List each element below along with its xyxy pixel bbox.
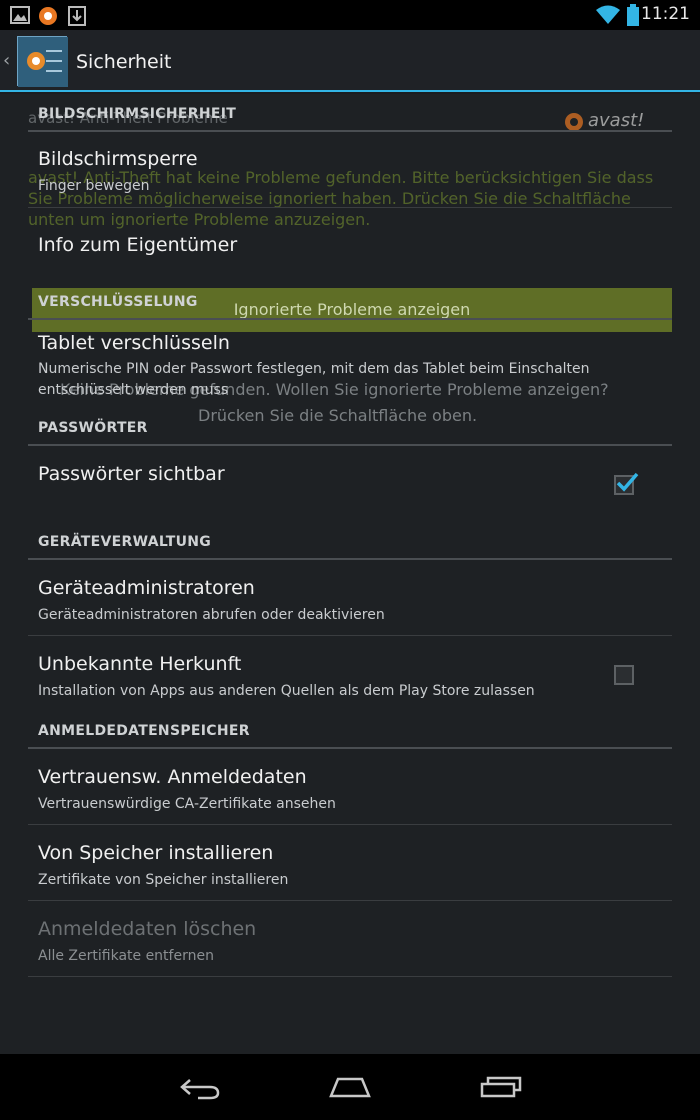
battery-icon — [627, 4, 639, 26]
pref-summary: Geräteadministratoren abrufen oder deakt… — [38, 607, 385, 623]
pref-trusted-credentials[interactable]: Vertrauensw. Anmeldedaten Vertrauenswürd… — [28, 749, 672, 825]
status-bar: 11:21 — [0, 0, 700, 30]
pref-title: Unbekannte Herkunft — [38, 653, 242, 675]
unknown-sources-checkbox[interactable] — [614, 665, 634, 685]
pref-title: Bildschirmsperre — [38, 148, 198, 170]
download-icon — [68, 6, 86, 26]
up-navigation-icon[interactable]: ‹ — [3, 50, 10, 71]
pref-title: Passwörter sichtbar — [38, 463, 225, 485]
show-passwords-checkbox[interactable] — [614, 472, 639, 495]
section-encryption: VERSCHLÜSSELUNG — [28, 294, 672, 320]
pref-owner-info[interactable]: Info zum Eigentümer — [28, 208, 672, 284]
gallery-icon — [10, 6, 30, 24]
pref-install-from-storage[interactable]: Von Speicher installieren Zertifikate vo… — [28, 825, 672, 901]
recent-apps-icon[interactable] — [480, 1076, 522, 1098]
avast-app-glyph — [18, 37, 68, 87]
status-time: 11:21 — [641, 4, 690, 24]
wifi-icon — [596, 5, 620, 24]
action-bar: ‹ Sicherheit — [0, 30, 700, 92]
settings-list[interactable]: avast! avast! Anti-Theft Probleme avast!… — [0, 94, 700, 1054]
pref-unknown-sources[interactable]: Unbekannte Herkunft Installation von App… — [28, 636, 672, 718]
pref-summary: Zertifikate von Speicher installieren — [38, 872, 289, 888]
pref-title: Vertrauensw. Anmeldedaten — [38, 766, 307, 788]
pref-summary: Numerische PIN oder Passwort festlegen, … — [38, 361, 590, 398]
avast-notification-icon — [39, 7, 57, 25]
pref-encrypt-tablet[interactable]: Tablet verschlüsseln Numerische PIN oder… — [28, 320, 672, 414]
pref-title: Info zum Eigentümer — [38, 234, 238, 256]
pref-title: Anmeldedaten löschen — [38, 918, 257, 940]
section-passwords: PASSWÖRTER — [28, 420, 672, 446]
back-icon[interactable] — [180, 1076, 222, 1100]
pref-title: Tablet verschlüsseln — [38, 332, 230, 354]
pref-clear-credentials: Anmeldedaten löschen Alle Zertifikate en… — [28, 901, 672, 977]
section-device-admin: GERÄTEVERWALTUNG — [28, 534, 672, 560]
checkmark-icon — [616, 472, 639, 492]
section-credential-storage: ANMELDEDATENSPEICHER — [28, 723, 672, 749]
pref-show-passwords[interactable]: Passwörter sichtbar — [28, 446, 672, 536]
page-title: Sicherheit — [76, 51, 172, 73]
pref-title: Geräteadministratoren — [38, 577, 255, 599]
pref-device-admins[interactable]: Geräteadministratoren Geräteadministrato… — [28, 560, 672, 636]
pref-screen-lock[interactable]: Bildschirmsperre Finger bewegen — [28, 132, 672, 208]
section-screen-security: BILDSCHIRMSICHERHEIT — [28, 106, 672, 132]
pref-summary: Installation von Apps aus anderen Quelle… — [38, 683, 535, 699]
pref-title: Von Speicher installieren — [38, 842, 274, 864]
home-icon[interactable] — [328, 1076, 372, 1098]
pref-summary: Alle Zertifikate entfernen — [38, 948, 214, 964]
pref-summary: Vertrauenswürdige CA-Zertifikate ansehen — [38, 796, 336, 812]
pref-summary: Finger bewegen — [38, 178, 150, 194]
avast-app-icon[interactable] — [17, 36, 68, 87]
navigation-bar — [0, 1054, 700, 1120]
